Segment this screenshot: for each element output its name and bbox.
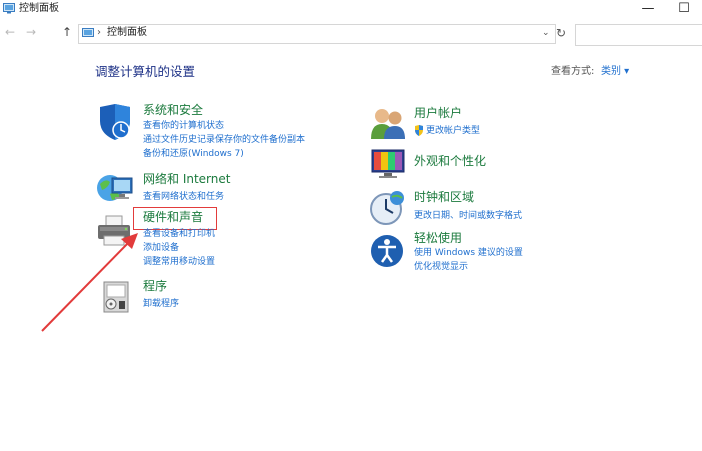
control-panel-icon [3,3,15,14]
link-add-device[interactable]: 添加设备 [143,243,179,254]
link-change-date-time[interactable]: 更改日期、时间或数字格式 [414,211,522,222]
forward-button[interactable]: → [26,25,36,39]
search-input[interactable] [575,24,702,46]
window-title: 控制面板 [19,3,59,14]
breadcrumb-control-panel[interactable]: 控制面板 [107,27,147,39]
link-uninstall-program[interactable]: 卸载程序 [143,299,179,310]
view-by-dropdown[interactable]: 类别 ▾ [601,66,629,78]
refresh-button[interactable]: ↻ [556,26,566,40]
category-network-internet[interactable]: 网络和 Internet [143,172,230,187]
link-windows-recommended-settings[interactable]: 使用 Windows 建议的设置 [414,248,523,259]
ease-of-access-icon[interactable] [369,233,405,269]
programs-icon[interactable] [100,280,132,314]
page-title: 调整计算机的设置 [95,64,196,79]
up-button[interactable]: ↑ [62,25,72,39]
category-hardware-sound[interactable]: 硬件和声音 [143,210,203,225]
category-clock-region[interactable]: 时钟和区域 [414,190,474,205]
link-optimize-visual-display[interactable]: 优化视觉显示 [414,262,468,273]
link-view-computer-status[interactable]: 查看你的计算机状态 [143,121,224,132]
category-programs[interactable]: 程序 [143,279,167,294]
chevron-down-icon[interactable]: ⌄ [542,27,550,39]
clock-icon[interactable] [368,190,406,226]
maximize-button[interactable]: ☐ [666,0,702,20]
link-change-account-type[interactable]: 更改帐户类型 [426,126,480,137]
category-system-security[interactable]: 系统和安全 [143,103,203,118]
link-devices-printers[interactable]: 查看设备和打印机 [143,229,215,240]
link-mobility-settings[interactable]: 调整常用移动设置 [143,257,215,268]
minimize-button[interactable]: — [630,0,666,20]
printer-icon[interactable] [96,214,134,248]
control-panel-icon [82,28,94,37]
shield-icon[interactable] [97,103,133,141]
link-file-history[interactable]: 通过文件历史记录保存你的文件备份副本 [143,135,305,146]
users-icon[interactable] [370,106,406,140]
category-ease-of-access[interactable]: 轻松使用 [414,231,462,246]
category-appearance[interactable]: 外观和个性化 [414,154,486,169]
back-button[interactable]: ← [5,25,15,39]
uac-shield-icon [415,125,423,136]
category-user-accounts[interactable]: 用户帐户 [414,106,462,121]
link-backup-restore[interactable]: 备份和还原(Windows 7) [143,149,244,160]
breadcrumb-separator: › [97,27,101,38]
title-bar [0,0,702,20]
network-globe-icon[interactable] [96,170,136,206]
appearance-icon[interactable] [370,147,406,181]
address-bar[interactable] [78,24,556,44]
view-by-label: 查看方式: [551,66,595,77]
link-network-status[interactable]: 查看网络状态和任务 [143,192,224,203]
